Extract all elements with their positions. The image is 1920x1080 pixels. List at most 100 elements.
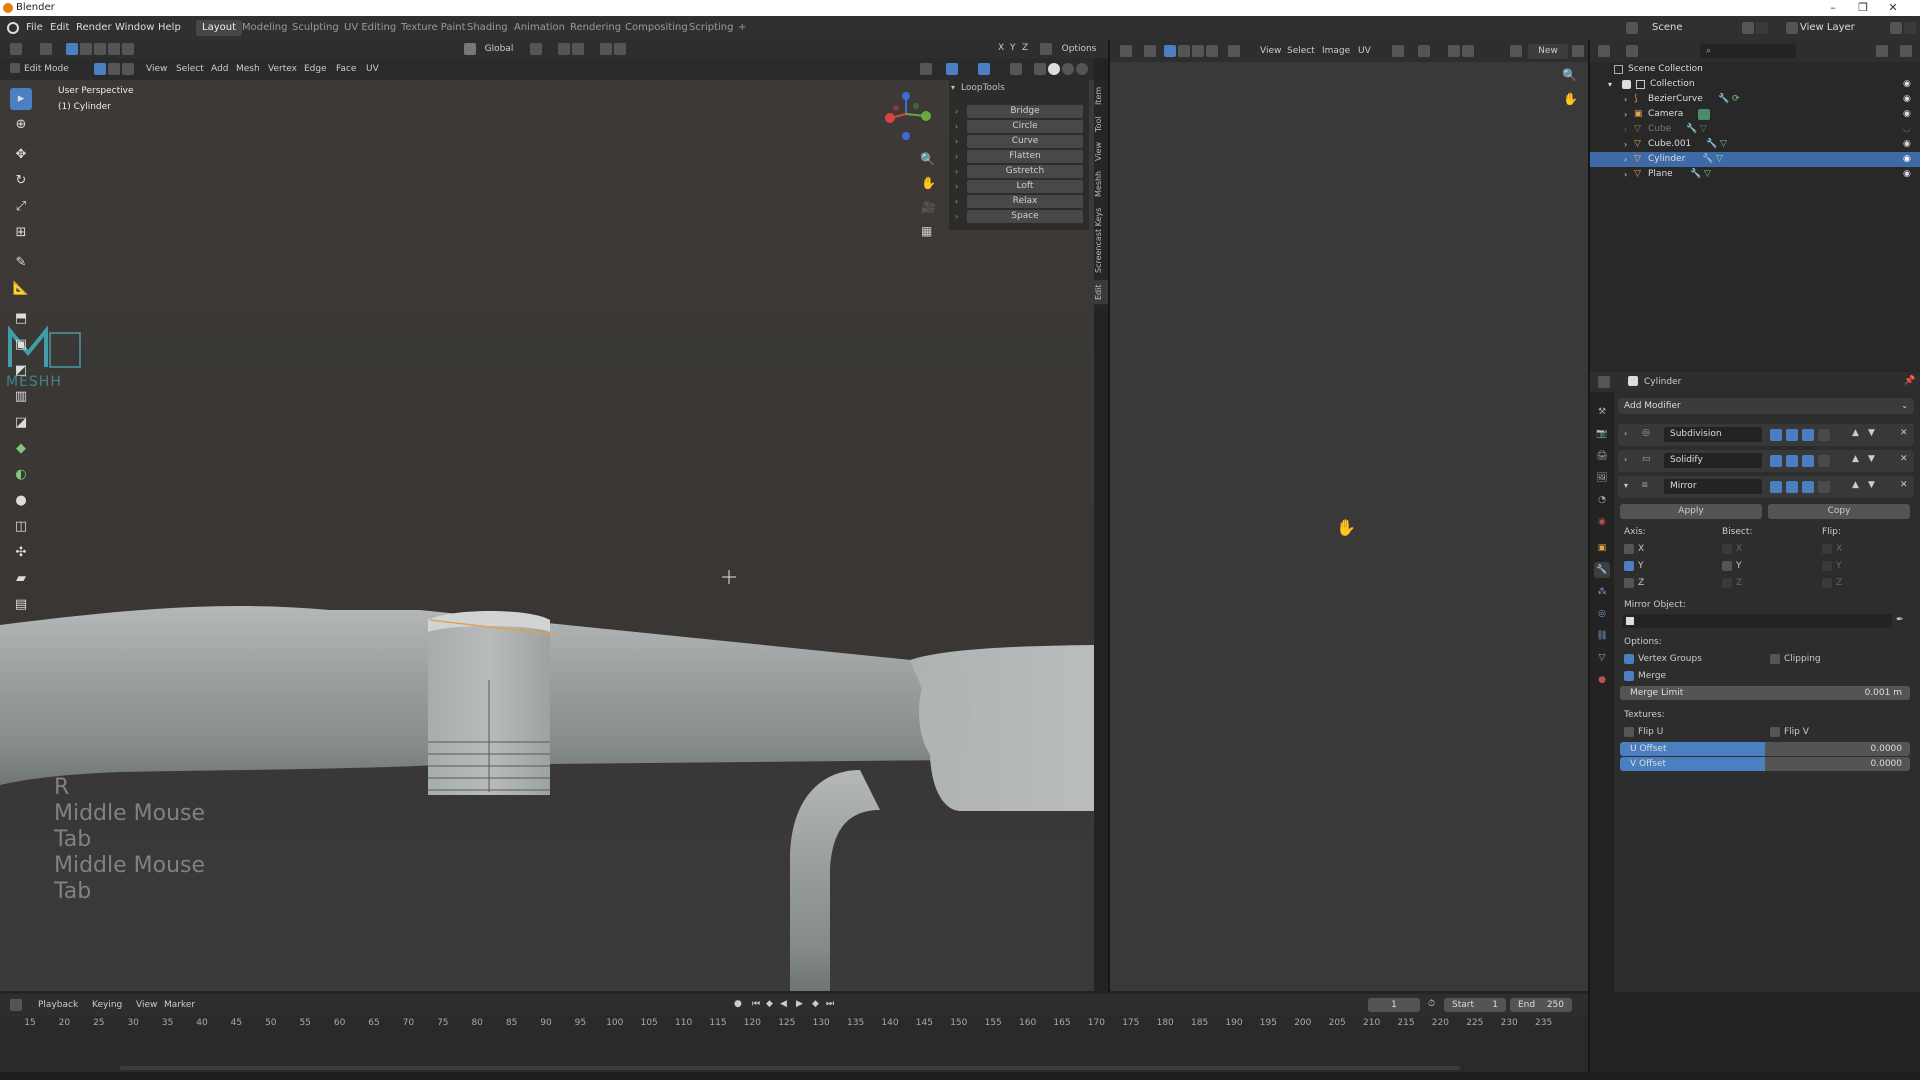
editor-type-icon[interactable] — [10, 43, 22, 55]
solid-shading-icon[interactable] — [1048, 63, 1060, 75]
expand-icon[interactable]: › — [1624, 152, 1627, 167]
uv-island-select-icon[interactable] — [1206, 45, 1218, 57]
visibility-eye-icon[interactable]: ◉ — [1903, 137, 1911, 152]
menu-add[interactable]: Add — [211, 64, 228, 74]
add-modifier-select[interactable]: Add Modifier ⌄ — [1618, 398, 1914, 414]
render-toggle-icon[interactable] — [1802, 429, 1814, 441]
new-view-layer-icon[interactable] — [1890, 22, 1902, 34]
expand-icon[interactable]: › — [955, 167, 958, 176]
modifier-name-field[interactable]: Solidify — [1664, 453, 1762, 468]
expand-icon[interactable]: › — [1624, 137, 1627, 152]
move-down-icon[interactable]: ▼ — [1868, 454, 1875, 464]
cage-toggle-icon[interactable] — [1818, 455, 1830, 467]
tab-shading[interactable]: Shading — [461, 20, 514, 36]
looptools-flatten[interactable]: Flatten — [967, 150, 1083, 163]
viewport-toggle-icon[interactable] — [1786, 481, 1798, 493]
menu-help[interactable]: Help — [158, 16, 181, 40]
flip-u-checkbox[interactable] — [1624, 727, 1634, 737]
editor-type-icon[interactable] — [1598, 45, 1610, 57]
menu-uv[interactable]: UV — [366, 64, 379, 74]
vertex-groups-checkbox[interactable] — [1624, 654, 1634, 664]
visibility-eye-icon[interactable]: ◉ — [1903, 167, 1911, 182]
uv-menu-uv[interactable]: UV — [1358, 46, 1371, 56]
expand-icon[interactable]: › — [1624, 167, 1627, 182]
viewport-toggle-icon[interactable] — [1786, 429, 1798, 441]
menu-face[interactable]: Face — [336, 64, 356, 74]
bisect-x-checkbox[interactable] — [1722, 544, 1732, 554]
filter-icon[interactable] — [1876, 45, 1888, 57]
shear-tool-icon[interactable]: ▰ — [10, 568, 32, 590]
transform-orientation-select[interactable]: Global — [478, 42, 520, 57]
image-browse-icon[interactable] — [1510, 45, 1522, 57]
tab-animation[interactable]: Animation — [508, 20, 571, 36]
poly-build-tool-icon[interactable]: ◆ — [10, 438, 32, 460]
merge-limit-field[interactable]: Merge Limit 0.001 m — [1620, 686, 1910, 700]
pivot-icon[interactable] — [530, 43, 542, 55]
menu-file[interactable]: File — [26, 16, 43, 40]
expand-icon[interactable]: › — [955, 137, 958, 146]
flip-v-checkbox[interactable] — [1770, 727, 1780, 737]
snap-icon[interactable] — [558, 43, 570, 55]
eyedropper-icon[interactable]: ✒ — [1896, 615, 1904, 625]
proportional-edit-icon[interactable] — [600, 43, 612, 55]
uv-pan-icon[interactable]: ✋ — [1563, 92, 1578, 106]
scale-tool-icon[interactable]: ⤢ — [10, 196, 32, 218]
modifier-name-field[interactable]: Mirror — [1664, 479, 1762, 494]
expand-icon[interactable]: › — [955, 122, 958, 131]
visibility-eye-icon[interactable]: ◉ — [1903, 77, 1911, 92]
outliner-collection[interactable]: ▾ Collection ◉ — [1590, 77, 1920, 92]
axis-y-toggle[interactable]: Y — [1010, 43, 1016, 53]
scene-icon[interactable] — [1626, 22, 1638, 34]
expand-icon[interactable]: › — [955, 152, 958, 161]
wireframe-shading-icon[interactable] — [1034, 63, 1046, 75]
object-tab-icon[interactable]: ▣ — [1594, 540, 1610, 556]
looptools-loft[interactable]: Loft — [967, 180, 1083, 193]
output-tab-icon[interactable]: 🖨 — [1594, 448, 1610, 464]
mesh-symmetry-icon[interactable] — [1040, 43, 1052, 55]
outliner-item-cylinder[interactable]: › ▽ Cylinder 🔧 ▽ ◉ — [1590, 152, 1920, 167]
3d-viewport[interactable]: User Perspective (1) Cylinder MESHH R Mi… — [0, 80, 1094, 991]
axis-y-checkbox[interactable] — [1624, 561, 1634, 571]
looptools-title[interactable]: LoopTools — [961, 83, 1005, 93]
select-mode-subtract-icon[interactable] — [94, 43, 106, 55]
render-toggle-icon[interactable] — [1802, 455, 1814, 467]
remove-modifier-icon[interactable]: ✕ — [1900, 454, 1908, 464]
smooth-tool-icon[interactable]: ● — [10, 490, 32, 512]
outliner-search-input[interactable]: ⌕ — [1700, 44, 1796, 58]
tab-rendering[interactable]: Rendering — [564, 20, 627, 36]
bevel-tool-icon[interactable]: ◩ — [10, 360, 32, 382]
collection-checkbox[interactable] — [1622, 80, 1631, 89]
tab-scripting[interactable]: Scripting — [683, 20, 739, 36]
v-offset-field[interactable]: V Offset 0.0000 — [1620, 757, 1910, 771]
inset-tool-icon[interactable]: ▣ — [10, 334, 32, 356]
uv-face-select-icon[interactable] — [1192, 45, 1204, 57]
select-tool-icon[interactable] — [40, 43, 52, 55]
uv-proportional-icon[interactable] — [1448, 45, 1460, 57]
remove-modifier-icon[interactable]: ✕ — [1900, 428, 1908, 438]
new-scene-icon[interactable] — [1742, 22, 1754, 34]
timeline-scrollbar[interactable] — [120, 1066, 1460, 1070]
cursor-tool-icon[interactable]: ⊕ — [10, 114, 32, 136]
move-up-icon[interactable]: ▲ — [1852, 480, 1859, 490]
visibility-icon[interactable] — [920, 63, 932, 75]
new-collection-icon[interactable] — [1900, 45, 1912, 57]
axis-x-toggle[interactable]: X — [998, 43, 1004, 53]
u-offset-field[interactable]: U Offset 0.0000 — [1620, 742, 1910, 756]
visibility-eye-icon[interactable]: ◉ — [1903, 92, 1911, 107]
menu-view[interactable]: View — [146, 64, 167, 74]
rotate-tool-icon[interactable]: ↻ — [10, 170, 32, 192]
minimize-icon[interactable]: – — [1818, 0, 1848, 16]
close-icon[interactable]: ✕ — [1878, 0, 1908, 16]
view-layer-icon[interactable] — [1786, 22, 1798, 34]
flip-x-checkbox[interactable] — [1822, 544, 1832, 554]
knife-tool-icon[interactable]: ◪ — [10, 412, 32, 434]
uv-edge-select-icon[interactable] — [1178, 45, 1190, 57]
display-mode-icon[interactable] — [1626, 45, 1638, 57]
cage-toggle-icon[interactable] — [1818, 429, 1830, 441]
menu-vertex[interactable]: Vertex — [268, 64, 297, 74]
sidebar-tab-meshh[interactable]: Meshh — [1094, 168, 1108, 200]
expand-icon[interactable]: › — [1624, 107, 1627, 122]
outliner-item-plane[interactable]: › ▽ Plane 🔧 ▽ ◉ — [1590, 167, 1920, 182]
editor-type-icon[interactable] — [1598, 376, 1610, 388]
physics-tab-icon[interactable]: ◎ — [1594, 606, 1610, 622]
